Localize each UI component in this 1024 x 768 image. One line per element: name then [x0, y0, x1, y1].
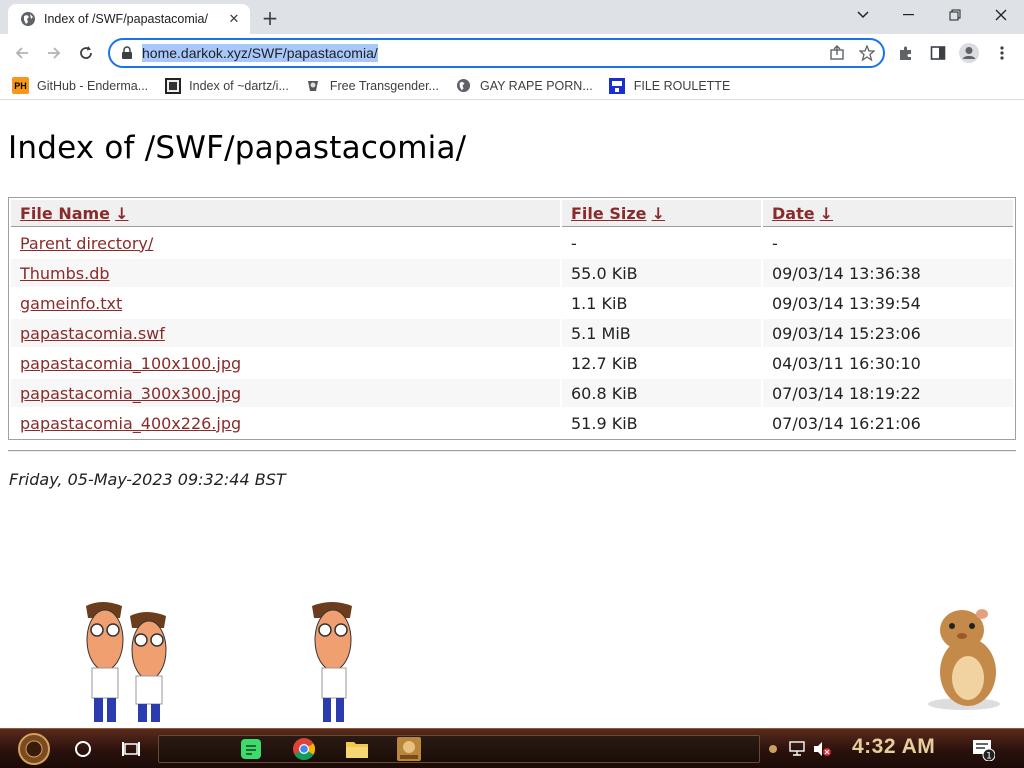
- column-header-file-size[interactable]: File Size ↓: [562, 200, 761, 227]
- bookmark-label: FILE ROULETTE: [633, 78, 731, 93]
- notes-app-icon[interactable]: [238, 733, 264, 765]
- more-menu-icon[interactable]: [991, 42, 1013, 64]
- site-favicon-icon: [305, 77, 322, 94]
- url-text[interactable]: home.darkok.xyz/SWF/papastacomia/: [142, 44, 378, 62]
- globe-icon: [21, 12, 35, 26]
- taskbar: 4:32 AM 1: [0, 728, 1024, 768]
- hamster-mascot: [928, 609, 1000, 710]
- globe-icon: [455, 77, 472, 94]
- file-date: 09/03/14 13:36:38: [763, 259, 1013, 287]
- extensions-icon[interactable]: [895, 42, 917, 64]
- close-window-button[interactable]: [978, 0, 1024, 30]
- file-size: 55.0 KiB: [562, 259, 761, 287]
- bookmark-item[interactable]: FILE ROULETTE: [609, 77, 731, 94]
- profile-avatar[interactable]: [958, 42, 980, 64]
- pornhub-ph-icon: PH: [12, 77, 29, 94]
- bookmark-item[interactable]: PH GitHub - Enderma...: [12, 77, 148, 94]
- bookmarks-bar: PH GitHub - Enderma... Index of ~dartz/i…: [0, 72, 1024, 100]
- file-date: 07/03/14 18:19:22: [763, 379, 1013, 407]
- reload-button[interactable]: [73, 40, 99, 66]
- tab-search-icon[interactable]: [840, 0, 886, 30]
- task-view-icon[interactable]: [118, 733, 144, 765]
- table-row: gameinfo.txt 1.1 KiB 09/03/14 13:39:54: [11, 289, 1013, 317]
- file-size: 60.8 KiB: [562, 379, 761, 407]
- table-row: papastacomia_300x300.jpg 60.8 KiB 07/03/…: [11, 379, 1013, 407]
- lock-icon[interactable]: [120, 46, 134, 60]
- page-content: Index of /SWF/papastacomia/ File Name ↓ …: [0, 104, 1024, 728]
- site-favicon-icon: [609, 77, 626, 94]
- table-row: Parent directory/ - -: [11, 229, 1013, 257]
- start-button[interactable]: [12, 733, 56, 765]
- sort-arrow-icon: ↓: [651, 203, 665, 223]
- file-size: -: [571, 233, 577, 253]
- divider: [8, 450, 1016, 452]
- file-date: 09/03/14 15:23:06: [763, 319, 1013, 347]
- tab-title: Index of /SWF/papastacomia/: [44, 12, 208, 26]
- column-header-date[interactable]: Date ↓: [763, 200, 1013, 227]
- table-row: papastacomia_100x100.jpg 12.7 KiB 04/03/…: [11, 349, 1013, 377]
- side-panel-icon[interactable]: [927, 42, 949, 64]
- browser-toolbar: home.darkok.xyz/SWF/papastacomia/: [0, 34, 1024, 72]
- file-size: 51.9 KiB: [571, 413, 638, 433]
- bookmark-label: Free Transgender...: [329, 78, 439, 93]
- forward-button[interactable]: [41, 40, 67, 66]
- cortana-icon[interactable]: [70, 733, 96, 765]
- minimize-button[interactable]: [886, 0, 932, 30]
- cartoon-character-pair: [86, 602, 167, 722]
- restore-button[interactable]: [932, 0, 978, 30]
- column-header-file-name[interactable]: File Name ↓: [11, 200, 560, 227]
- file-date: 04/03/11 16:30:10: [772, 353, 921, 373]
- app-icon[interactable]: [396, 733, 422, 765]
- bookmark-label: GitHub - Enderma...: [37, 78, 149, 93]
- notifications-icon[interactable]: 1: [970, 733, 996, 765]
- back-button[interactable]: [9, 40, 35, 66]
- address-bar[interactable]: home.darkok.xyz/SWF/papastacomia/: [108, 38, 885, 68]
- server-timestamp: Friday, 05-May-2023 09:32:44 BST: [9, 470, 286, 489]
- network-icon[interactable]: [786, 733, 808, 765]
- file-link[interactable]: papastacomia_300x300.jpg: [20, 384, 241, 403]
- bookmark-item[interactable]: Index of ~dartz/i...: [164, 77, 289, 94]
- file-link[interactable]: papastacomia.swf: [20, 324, 165, 343]
- volume-muted-icon[interactable]: [811, 733, 833, 765]
- table-row: Thumbs.db 55.0 KiB 09/03/14 13:36:38: [11, 259, 1013, 287]
- file-link[interactable]: papastacomia_400x226.jpg: [20, 414, 241, 433]
- new-tab-button[interactable]: +: [258, 6, 282, 30]
- close-tab-icon[interactable]: ✕: [226, 11, 242, 27]
- bookmark-item[interactable]: GAY RAPE PORN...: [455, 77, 593, 94]
- notification-count: 1: [986, 752, 992, 762]
- file-date: -: [772, 233, 778, 253]
- file-listing-table: File Name ↓ File Size ↓ Date ↓ Parent di…: [8, 197, 1016, 440]
- file-date: 07/03/14 16:21:06: [772, 413, 921, 433]
- file-date: 09/03/14 13:39:54: [772, 293, 921, 313]
- file-size: 12.7 KiB: [571, 353, 638, 373]
- bookmark-label: Index of ~dartz/i...: [189, 78, 289, 93]
- file-link[interactable]: Thumbs.db: [20, 264, 110, 283]
- chrome-icon[interactable]: [290, 733, 318, 765]
- file-size: 5.1 MiB: [562, 319, 761, 347]
- table-row: papastacomia.swf 5.1 MiB 09/03/14 15:23:…: [11, 319, 1013, 347]
- tab-active[interactable]: Index of /SWF/papastacomia/ ✕: [8, 4, 250, 34]
- file-link[interactable]: papastacomia_100x100.jpg: [20, 354, 241, 373]
- show-hidden-icons[interactable]: [766, 733, 780, 765]
- taskbar-clock[interactable]: 4:32 AM: [852, 735, 935, 759]
- file-link[interactable]: gameinfo.txt: [20, 294, 122, 313]
- bookmark-star-icon[interactable]: [859, 45, 875, 61]
- tab-strip: Index of /SWF/papastacomia/ ✕ +: [0, 0, 1024, 34]
- site-favicon-icon: [164, 77, 181, 94]
- table-row: papastacomia_400x226.jpg 51.9 KiB 07/03/…: [11, 409, 1013, 437]
- sort-arrow-icon: ↓: [115, 203, 129, 223]
- share-icon[interactable]: [829, 45, 845, 61]
- bookmark-label: GAY RAPE PORN...: [479, 78, 593, 93]
- cartoon-character: [312, 602, 352, 722]
- file-size: 1.1 KiB: [571, 293, 628, 313]
- bookmark-item[interactable]: Free Transgender...: [305, 77, 439, 94]
- file-link[interactable]: Parent directory/: [20, 234, 153, 253]
- page-title: Index of /SWF/papastacomia/: [8, 130, 467, 166]
- table-header-row: File Name ↓ File Size ↓ Date ↓: [11, 200, 1013, 227]
- file-explorer-icon[interactable]: [344, 733, 370, 765]
- sort-arrow-icon: ↓: [819, 203, 834, 223]
